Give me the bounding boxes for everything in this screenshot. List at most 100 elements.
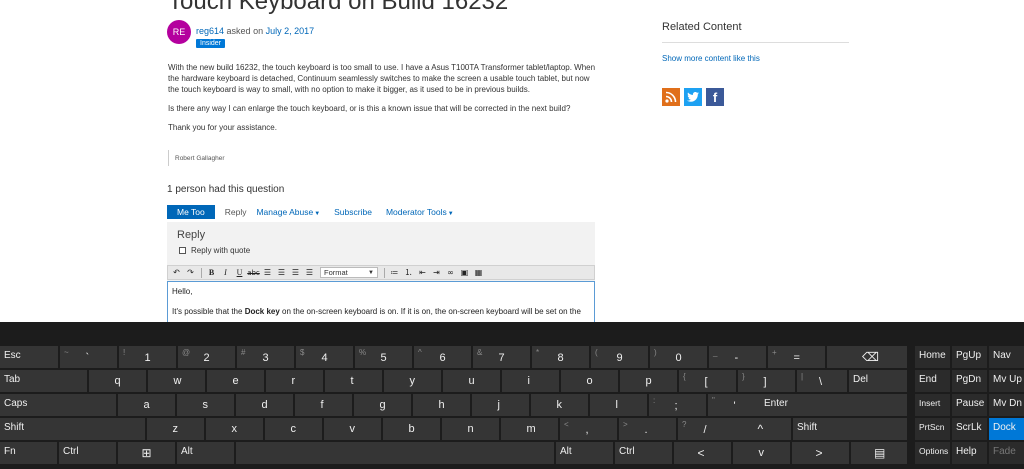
strikethrough-icon[interactable]: abc [247,267,260,279]
rss-icon[interactable] [662,88,680,106]
4-key[interactable]: $4 [296,346,353,368]
x-key[interactable]: x [206,418,263,440]
author-link[interactable]: reg614 [196,26,224,36]
facebook-icon[interactable]: f [706,88,724,106]
italic-icon[interactable]: I [219,267,232,279]
l-key[interactable]: l [590,394,647,416]
undo-icon[interactable]: ↶ [170,267,183,279]
prtscn-key[interactable]: PrtScn [915,418,950,440]
outdent-icon[interactable]: ⇤ [416,267,429,279]
j-key[interactable]: j [472,394,529,416]
bold-icon[interactable]: B [205,267,218,279]
c-key[interactable]: c [265,418,322,440]
avatar[interactable]: RE [167,20,191,44]
period-key[interactable]: >. [619,418,676,440]
spacebar-key[interactable] [236,442,554,464]
link-icon[interactable]: ∞ [444,267,457,279]
arrow-down-key[interactable]: v [324,418,381,440]
dock-key[interactable]: Dock [989,418,1024,440]
right-bracket-key[interactable]: }] [738,370,795,392]
numbered-list-icon[interactable]: ⒈ [402,267,415,279]
equals-key[interactable]: + = [768,346,825,368]
insert-key[interactable]: Insert [915,394,950,416]
tab-key[interactable]: Tab [0,370,87,392]
ctrl-key[interactable]: Ctrl [59,442,116,464]
u-key[interactable]: u [443,370,500,392]
options-key[interactable]: Options [915,442,950,464]
h-key[interactable]: h [413,394,470,416]
esc-key[interactable]: Esc [0,346,58,368]
pause-key[interactable]: Pause [952,394,987,416]
shift-key[interactable]: Shift [793,418,907,440]
quote-key[interactable]: " ' [708,394,765,416]
image-icon[interactable]: ▣ [458,267,471,279]
f-key[interactable]: f [295,394,352,416]
0-key[interactable]: ) 0 [650,346,707,368]
alt-key[interactable]: Alt [177,442,234,464]
backtick-key[interactable]: ~ ` [60,346,117,368]
m-key[interactable]: m [501,418,558,440]
9-key[interactable]: (9 [591,346,648,368]
2-key[interactable]: @2 [178,346,235,368]
help-key[interactable]: Help [952,442,987,464]
home-key[interactable]: Home [915,346,950,368]
backslash-key[interactable]: | \ [797,370,847,392]
e-key[interactable]: e [207,370,264,392]
3-key[interactable]: #3 [237,346,294,368]
moderator-tools-dropdown[interactable]: Moderator Tools▼ [386,207,454,217]
a-key[interactable]: a [118,394,175,416]
6-key[interactable]: ^ 6 [414,346,471,368]
arrow-left-key[interactable]: < [674,442,731,464]
enter-key[interactable]: Enter [760,394,907,416]
del-key[interactable]: Del [849,370,907,392]
fade-key[interactable]: Fade [989,442,1024,464]
scrlk-key[interactable]: ScrLk [952,418,987,440]
arrow-right-key[interactable]: > [792,442,849,464]
k-key[interactable]: k [531,394,588,416]
n-key[interactable]: n [442,418,499,440]
nav-key[interactable]: Nav [989,346,1024,368]
1-key[interactable]: ! 1 [119,346,176,368]
8-key[interactable]: * 8 [532,346,589,368]
arrow-up-key[interactable]: ^ [734,418,791,440]
backspace-key[interactable]: ⌫ [827,346,907,368]
keyboard-layout-key[interactable]: ▤ [851,442,907,464]
align-center-icon[interactable]: ☰ [275,267,288,279]
fn-key[interactable]: Fn [0,442,57,464]
underline-icon[interactable]: U [233,267,246,279]
t-key[interactable]: t [325,370,382,392]
w-key[interactable]: w [148,370,205,392]
left-bracket-key[interactable]: {[ [679,370,736,392]
5-key[interactable]: % 5 [355,346,412,368]
me-too-button[interactable]: Me Too [167,205,215,219]
q-key[interactable]: q [89,370,146,392]
caps-key[interactable]: Caps [0,394,116,416]
pgdn-key[interactable]: PgDn [952,370,987,392]
comma-key[interactable]: <, [560,418,617,440]
y-key[interactable]: y [384,370,441,392]
ctrl-key[interactable]: Ctrl [615,442,672,464]
mv-dn-key[interactable]: Mv Dn [989,394,1024,416]
bullet-list-icon[interactable]: ≔ [388,267,401,279]
format-select[interactable]: Format ▼ [320,267,378,278]
align-justify-icon[interactable]: ☰ [303,267,316,279]
align-right-icon[interactable]: ☰ [289,267,302,279]
reply-with-quote-row[interactable]: Reply with quote [179,246,250,255]
end-key[interactable]: End [915,370,950,392]
slash-key[interactable]: ? / [678,418,735,440]
windows-logo-key[interactable]: ⊞ [118,442,175,464]
minus-key[interactable]: _ - [709,346,766,368]
d-key[interactable]: d [236,394,293,416]
redo-icon[interactable]: ↷ [184,267,197,279]
o-key[interactable]: o [561,370,618,392]
b-key[interactable]: b [383,418,440,440]
alt-key[interactable]: Alt [556,442,613,464]
r-key[interactable]: r [266,370,323,392]
pgup-key[interactable]: PgUp [952,346,987,368]
g-key[interactable]: g [354,394,411,416]
p-key[interactable]: p [620,370,677,392]
twitter-icon[interactable] [684,88,702,106]
s-key[interactable]: s [177,394,234,416]
mv-up-key[interactable]: Mv Up [989,370,1024,392]
i-key[interactable]: i [502,370,559,392]
